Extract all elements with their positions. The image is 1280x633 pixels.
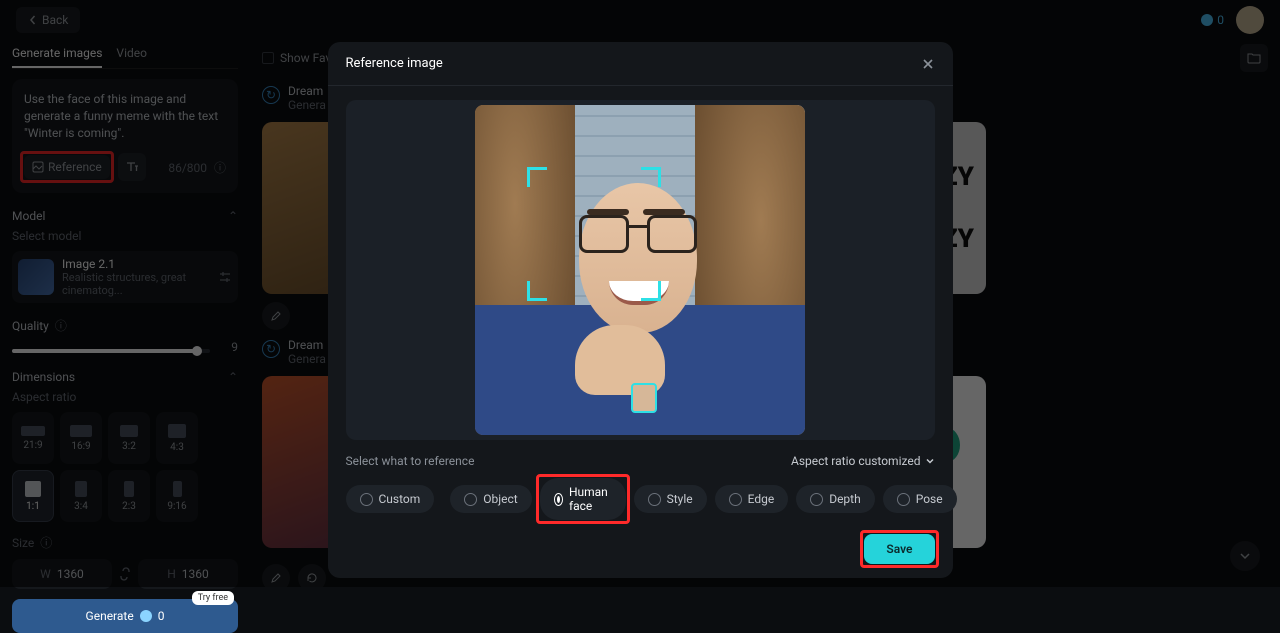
modal-title: Reference image (346, 56, 443, 71)
chip-depth[interactable]: Depth (796, 485, 875, 513)
try-free-badge: Try free (192, 591, 234, 605)
aspect-ratio-customized[interactable]: Aspect ratio customized (791, 454, 935, 468)
generate-cost: 0 (158, 609, 165, 623)
reference-image-frame (346, 100, 935, 440)
close-button[interactable] (921, 57, 935, 71)
face-detection-box (527, 167, 661, 301)
chip-style[interactable]: Style (634, 485, 707, 513)
modal-overlay: Reference image (0, 0, 1280, 587)
chip-object[interactable]: Object (450, 485, 531, 513)
chip-edge[interactable]: Edge (715, 485, 789, 513)
chip-custom[interactable]: Custom (346, 485, 435, 513)
select-reference-label: Select what to reference (346, 454, 475, 468)
close-icon (921, 57, 935, 71)
chevron-down-icon (925, 456, 935, 466)
generate-label: Generate (86, 609, 134, 623)
generate-button[interactable]: Generate 0 Try free (12, 599, 238, 633)
reference-image[interactable] (475, 105, 805, 435)
reference-modal: Reference image (328, 42, 953, 578)
chip-pose[interactable]: Pose (883, 485, 957, 513)
chip-human-face[interactable]: Human face (540, 478, 626, 520)
save-button[interactable]: Save (864, 534, 934, 564)
credit-icon (140, 610, 152, 622)
